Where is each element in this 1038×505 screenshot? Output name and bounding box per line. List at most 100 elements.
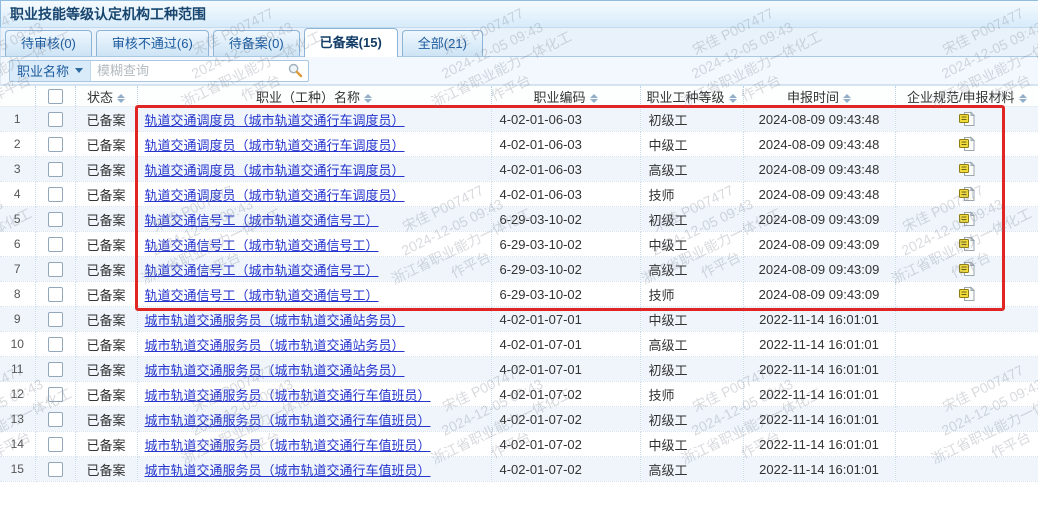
occupation-name-link[interactable]: 城市轨道交通服务员（城市轨道交通行车值班员） — [145, 388, 431, 403]
page-title-bar: 职业技能等级认定机构工种范围 — [0, 0, 1038, 28]
occupation-name-cell: 城市轨道交通服务员（城市轨道交通行车值班员） — [137, 432, 491, 457]
occupation-name-link[interactable]: 轨道交通信号工（城市轨道交通信号工） — [145, 213, 379, 228]
document-form-icon[interactable] — [958, 236, 976, 252]
document-form-icon[interactable] — [958, 136, 976, 152]
row-checkbox[interactable] — [48, 362, 63, 377]
sort-icon[interactable] — [117, 94, 125, 103]
column-header[interactable]: 企业规范/申报材料 — [895, 86, 1038, 107]
document-form-icon[interactable] — [958, 186, 976, 202]
tab-3[interactable]: 待备案(0) — [213, 30, 300, 56]
material-cell — [895, 157, 1038, 182]
row-checkbox[interactable] — [48, 212, 63, 227]
sort-icon[interactable] — [729, 94, 737, 103]
search-row: 职业名称 — [0, 57, 1038, 85]
occupation-name-link[interactable]: 城市轨道交通服务员（城市轨道交通行车值班员） — [145, 413, 431, 428]
row-checkbox[interactable] — [48, 237, 63, 252]
document-form-icon[interactable] — [958, 211, 976, 227]
occupation-name-link[interactable]: 城市轨道交通服务员（城市轨道交通站务员） — [145, 313, 405, 328]
sort-icon[interactable] — [364, 94, 372, 103]
declare-time-cell: 2022-11-14 16:01:01 — [743, 332, 895, 357]
declare-time-cell: 2024-08-09 09:43:09 — [743, 257, 895, 282]
declare-time-cell: 2024-08-09 09:43:09 — [743, 207, 895, 232]
column-header[interactable]: 职业工种等级 — [640, 86, 743, 107]
search-field-select[interactable]: 职业名称 — [10, 61, 91, 81]
occupation-name-link[interactable]: 城市轨道交通服务员（城市轨道交通站务员） — [145, 363, 405, 378]
tab-5[interactable]: 全部(21) — [402, 30, 483, 56]
row-number: 6 — [0, 232, 35, 257]
tab-4[interactable]: 已备案(15) — [304, 28, 398, 57]
occupation-name-cell: 城市轨道交通服务员（城市轨道交通站务员） — [137, 332, 491, 357]
declare-time-cell: 2024-08-09 09:43:09 — [743, 282, 895, 307]
status-cell: 已备案 — [75, 407, 137, 432]
row-number: 8 — [0, 282, 35, 307]
status-cell: 已备案 — [75, 457, 137, 482]
document-form-icon[interactable] — [958, 111, 976, 127]
document-form-icon[interactable] — [958, 161, 976, 177]
row-checkbox-cell — [35, 182, 75, 207]
column-header[interactable]: 申报时间 — [743, 86, 895, 107]
occupation-name-link[interactable]: 轨道交通信号工（城市轨道交通信号工） — [145, 238, 379, 253]
row-checkbox[interactable] — [48, 437, 63, 452]
chevron-down-icon — [75, 68, 83, 73]
sort-icon[interactable] — [1019, 94, 1027, 103]
row-checkbox-cell — [35, 357, 75, 382]
row-checkbox[interactable] — [48, 262, 63, 277]
document-form-icon[interactable] — [958, 261, 976, 277]
row-checkbox[interactable] — [48, 312, 63, 327]
occupation-code-cell: 4-02-01-07-01 — [491, 307, 640, 332]
row-checkbox[interactable] — [48, 462, 63, 477]
status-cell: 已备案 — [75, 332, 137, 357]
occupation-name-cell: 轨道交通信号工（城市轨道交通信号工） — [137, 232, 491, 257]
row-checkbox[interactable] — [48, 412, 63, 427]
occupation-code-cell: 4-02-01-07-01 — [491, 357, 640, 382]
status-cell: 已备案 — [75, 282, 137, 307]
row-checkbox[interactable] — [48, 187, 63, 202]
tab-bar: 待审核(0)审核不通过(6)待备案(0)已备案(15)全部(21) — [0, 28, 1038, 57]
sort-icon[interactable] — [843, 94, 851, 103]
status-cell: 已备案 — [75, 207, 137, 232]
row-checkbox-cell — [35, 457, 75, 482]
row-checkbox[interactable] — [48, 162, 63, 177]
app-window: 职业技能等级认定机构工种范围 待审核(0)审核不通过(6)待备案(0)已备案(1… — [0, 0, 1038, 505]
search-input[interactable] — [91, 63, 288, 78]
material-cell — [895, 182, 1038, 207]
occupation-name-cell: 城市轨道交通服务员（城市轨道交通站务员） — [137, 357, 491, 382]
status-cell: 已备案 — [75, 132, 137, 157]
occupation-code-cell: 4-02-01-07-01 — [491, 332, 640, 357]
occupation-name-link[interactable]: 轨道交通调度员（城市轨道交通行车调度员） — [145, 138, 405, 153]
tab-1[interactable]: 待审核(0) — [5, 30, 92, 56]
row-checkbox[interactable] — [48, 337, 63, 352]
row-checkbox[interactable] — [48, 137, 63, 152]
occupation-name-link[interactable]: 轨道交通调度员（城市轨道交通行车调度员） — [145, 188, 405, 203]
row-number: 2 — [0, 132, 35, 157]
occupation-name-link[interactable]: 轨道交通调度员（城市轨道交通行车调度员） — [145, 163, 405, 178]
search-icon[interactable] — [288, 63, 303, 78]
status-cell: 已备案 — [75, 432, 137, 457]
occupation-name-link[interactable]: 城市轨道交通服务员（城市轨道交通站务员） — [145, 338, 405, 353]
level-cell: 技师 — [640, 282, 743, 307]
column-header[interactable]: 职业编码 — [491, 86, 640, 107]
row-number: 5 — [0, 207, 35, 232]
material-cell — [895, 282, 1038, 307]
occupation-name-link[interactable]: 城市轨道交通服务员（城市轨道交通行车值班员） — [145, 463, 431, 478]
table-row: 2已备案轨道交通调度员（城市轨道交通行车调度员）4-02-01-06-03中级工… — [0, 132, 1038, 157]
select-all-header — [35, 86, 75, 107]
occupation-name-link[interactable]: 轨道交通信号工（城市轨道交通信号工） — [145, 263, 379, 278]
column-header[interactable]: 状态 — [75, 86, 137, 107]
column-header[interactable]: 职业（工种）名称 — [137, 86, 491, 107]
select-all-checkbox[interactable] — [48, 89, 63, 104]
occupation-name-link[interactable]: 轨道交通信号工（城市轨道交通信号工） — [145, 288, 379, 303]
tab-2[interactable]: 审核不通过(6) — [96, 30, 209, 56]
occupation-name-link[interactable]: 城市轨道交通服务员（城市轨道交通行车值班员） — [145, 438, 431, 453]
declare-time-cell: 2024-08-09 09:43:09 — [743, 232, 895, 257]
occupation-name-link[interactable]: 轨道交通调度员（城市轨道交通行车调度员） — [145, 113, 405, 128]
sort-icon[interactable] — [590, 94, 598, 103]
document-form-icon[interactable] — [958, 286, 976, 302]
row-checkbox[interactable] — [48, 287, 63, 302]
row-checkbox[interactable] — [48, 112, 63, 127]
occupation-name-cell: 轨道交通调度员（城市轨道交通行车调度员） — [137, 182, 491, 207]
row-checkbox-cell — [35, 207, 75, 232]
material-cell — [895, 457, 1038, 482]
row-checkbox[interactable] — [48, 387, 63, 402]
row-number: 13 — [0, 407, 35, 432]
